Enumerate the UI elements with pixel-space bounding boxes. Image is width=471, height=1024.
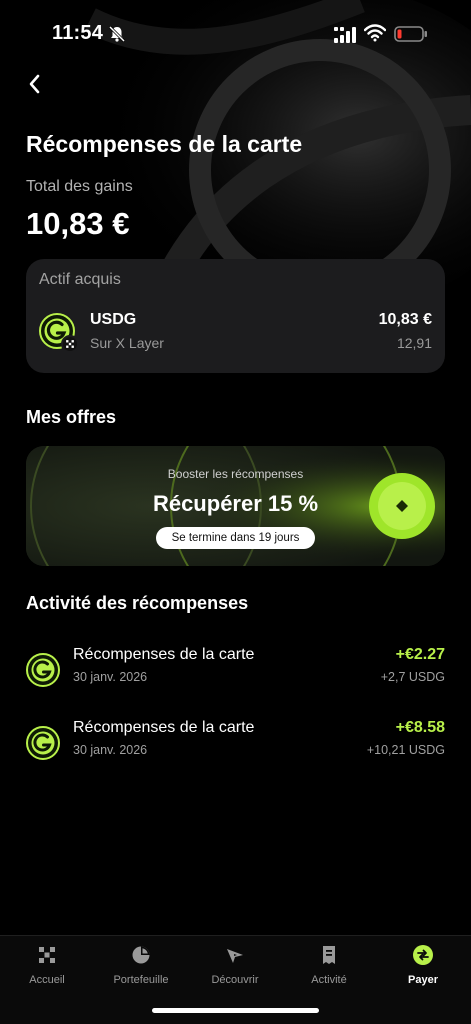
back-chevron-icon[interactable] — [24, 70, 48, 98]
total-earnings-value: 10,83 € — [26, 206, 130, 241]
tab-label: Portefeuille — [113, 974, 169, 986]
usdg-logo-icon — [26, 726, 60, 760]
tab-label: Découvrir — [211, 974, 259, 986]
acquired-asset-card[interactable]: Actif acquis USDG Sur X Layer 10,83 € 12… — [26, 259, 445, 373]
usdg-logo-icon — [26, 653, 60, 687]
cellular-signal-icon — [334, 27, 356, 43]
reward-orb-icon — [369, 473, 435, 539]
activity-section-title: Activité des récompenses — [26, 593, 249, 613]
bell-muted-icon — [108, 25, 126, 43]
total-earnings-label: Total des gains — [26, 178, 133, 195]
x-layer-badge-icon — [61, 335, 79, 353]
activity-token-amount: +2,7 USDG — [380, 670, 445, 684]
activity-title: Récompenses de la carte — [73, 719, 255, 736]
activity-date: 30 janv. 2026 — [73, 743, 148, 757]
wifi-icon — [364, 24, 386, 42]
receipt-icon — [323, 946, 335, 964]
activity-row[interactable]: Récompenses de la carte 30 janv. 2026 +€… — [26, 719, 445, 769]
offer-card[interactable]: Booster les récompenses Récupérer 15 % S… — [26, 446, 445, 566]
status-bar: 11:54 — [0, 0, 471, 60]
activity-date: 30 janv. 2026 — [73, 670, 148, 684]
asset-card-header: Actif acquis — [39, 271, 121, 288]
asset-network: Sur X Layer — [90, 335, 164, 351]
activity-token-amount: +10,21 USDG — [366, 743, 445, 757]
activity-title: Récompenses de la carte — [73, 646, 255, 663]
pie-chart-icon — [132, 946, 150, 964]
compass-icon — [227, 949, 243, 963]
pay-icon — [413, 945, 433, 965]
tab-decouvrir[interactable]: Découvrir — [188, 944, 282, 998]
battery-low-icon — [394, 26, 427, 42]
activity-amount: +€2.27 — [395, 646, 445, 663]
home-indicator[interactable] — [152, 1008, 319, 1013]
tab-portefeuille[interactable]: Portefeuille — [94, 944, 188, 998]
page-title: Récompenses de la carte — [26, 131, 303, 157]
grid-icon — [39, 947, 55, 963]
offer-expiry-pill: Se termine dans 19 jours — [156, 527, 315, 549]
status-time: 11:54 — [52, 22, 104, 44]
tab-activite[interactable]: Activité — [282, 944, 376, 998]
offers-section-title: Mes offres — [26, 407, 117, 427]
asset-name: USDG — [90, 311, 137, 328]
tab-label: Accueil — [29, 974, 65, 986]
tab-label: Activité — [311, 974, 347, 986]
asset-value: 10,83 € — [378, 311, 432, 328]
tab-label: Payer — [408, 974, 438, 986]
asset-quantity: 12,91 — [396, 335, 432, 351]
activity-amount: +€8.58 — [395, 719, 445, 736]
tab-accueil[interactable]: Accueil — [0, 944, 94, 998]
activity-row[interactable]: Récompenses de la carte 30 janv. 2026 +€… — [26, 646, 445, 696]
tab-payer[interactable]: Payer — [376, 944, 470, 998]
